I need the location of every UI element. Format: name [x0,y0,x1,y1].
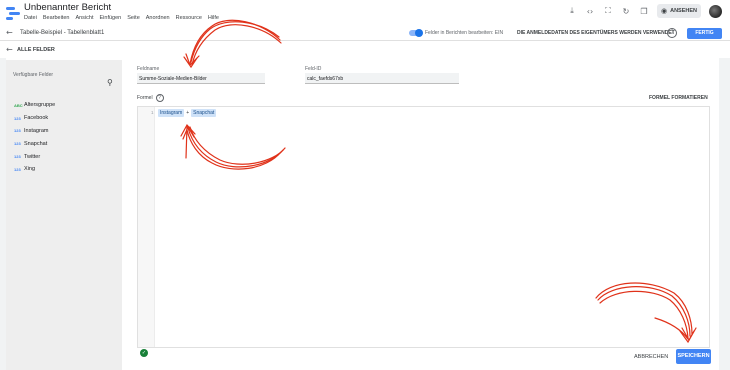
menu-item-seite[interactable]: Seite [127,15,140,21]
credentials-dropdown[interactable]: DIE ANMELDEDATEN DES EIGENTÜMERS WERDEN … [517,30,675,36]
menu-item-hilfe[interactable]: Hilfe [208,15,219,21]
metric-type-icon: 123 [14,166,21,172]
copy-icon[interactable]: ❐ [639,6,649,16]
field-id-input[interactable]: calc_faefds67xb [305,73,459,84]
dimension-type-icon: ABC [14,102,23,108]
header-actions: ⤓ ‹› ⛶ ↻ ❐ ◉ ANSEHEN [567,4,722,18]
field-id-label: Feld-ID [305,66,322,72]
app-header: Unbenannter Bericht Datei Bearbeiten Ans… [0,0,730,26]
metric-type-icon: 123 [14,115,21,121]
code-icon[interactable]: ‹› [585,6,595,16]
list-item[interactable]: 123 Xing [14,163,55,176]
report-title[interactable]: Unbenannter Bericht [24,2,111,13]
field-label: Facebook [24,115,49,122]
metric-type-icon: 123 [14,128,21,134]
list-item[interactable]: 123 Facebook [14,112,55,125]
menu-item-ansicht[interactable]: Ansicht [75,15,93,21]
line-gutter [138,107,155,347]
available-fields-panel: Verfügbare Felder ⚲ ABC Altersgruppe 123… [6,60,122,370]
formula-field-token[interactable]: Snapchat [191,109,217,117]
field-label: Twitter [24,153,41,160]
save-button[interactable]: SPEICHERN [676,349,711,364]
field-label: Altersgruppe [24,102,56,109]
avatar[interactable] [709,4,722,18]
cancel-button[interactable]: ABBRECHEN [634,354,668,360]
menu-item-ressource[interactable]: Ressource [176,15,202,21]
eye-icon: ◉ [660,7,668,15]
panel-title: Verfügbare Felder [13,72,54,78]
formula-field-token[interactable]: Instagram [158,109,185,117]
edit-fields-toggle[interactable] [409,29,423,37]
fullscreen-icon[interactable]: ⛶ [603,6,613,16]
field-name-label: Feldname [137,66,160,72]
field-label: Xing [24,166,36,173]
edit-fields-toggle-label: Felder in Berichten bearbeiten: EIN [425,30,504,36]
view-button-label: ANSEHEN [670,8,697,14]
list-item[interactable]: 123 Snapchat [14,137,55,150]
menu-item-anordnen[interactable]: Anordnen [146,15,170,21]
done-button[interactable]: FERTIG [687,28,722,39]
list-item[interactable]: ABC Altersgruppe [14,99,55,112]
metric-type-icon: 123 [14,141,21,147]
report-toolbar: ← Tabelle-Beispiel - Tabellenblatt1 Feld… [0,26,730,41]
menu-item-einfuegen[interactable]: Einfügen [100,15,122,21]
formula-valid-check-icon: ✓ [140,349,148,357]
refresh-icon[interactable]: ↻ [621,6,631,16]
formula-operator: + [186,110,190,116]
data-studio-logo-icon [6,6,20,20]
line-number: 1 [151,110,154,115]
field-label: Snapchat [24,140,48,147]
list-item[interactable]: 123 Twitter [14,150,55,163]
formula-label-group: Formel ? [137,94,164,102]
all-fields-link[interactable]: ALLE FELDER [17,47,55,53]
menu-bar: Datei Bearbeiten Ansicht Einfügen Seite … [24,15,219,21]
help-icon[interactable]: ? [667,28,677,38]
field-label: Instagram [24,127,49,134]
format-formula-button[interactable]: FORMEL FORMATIEREN [649,95,708,101]
formula-line[interactable]: Instagram + Snapchat [158,109,217,117]
download-icon[interactable]: ⤓ [567,6,577,16]
section-header: ← ALLE FELDER [0,42,730,58]
search-icon[interactable]: ⚲ [107,78,113,87]
field-list: ABC Altersgruppe 123 Facebook 123 Instag… [14,99,55,176]
right-margin [719,58,730,370]
formula-label: Formel [137,95,153,101]
formula-editor[interactable]: 1 Instagram + Snapchat [137,106,710,348]
view-button[interactable]: ◉ ANSEHEN [656,4,701,18]
metric-type-icon: 123 [14,154,21,160]
menu-item-datei[interactable]: Datei [24,15,37,21]
list-item[interactable]: 123 Instagram [14,125,55,138]
back-arrow-icon[interactable]: ← [6,45,13,54]
back-arrow-icon[interactable]: ← [6,28,13,37]
field-name-input[interactable]: Summe-Soziale-Medien-Bilder [137,73,265,84]
menu-item-bearbeiten[interactable]: Bearbeiten [43,15,70,21]
help-icon[interactable]: ? [155,94,164,102]
breadcrumb[interactable]: Tabelle-Beispiel - Tabellenblatt1 [20,30,104,36]
